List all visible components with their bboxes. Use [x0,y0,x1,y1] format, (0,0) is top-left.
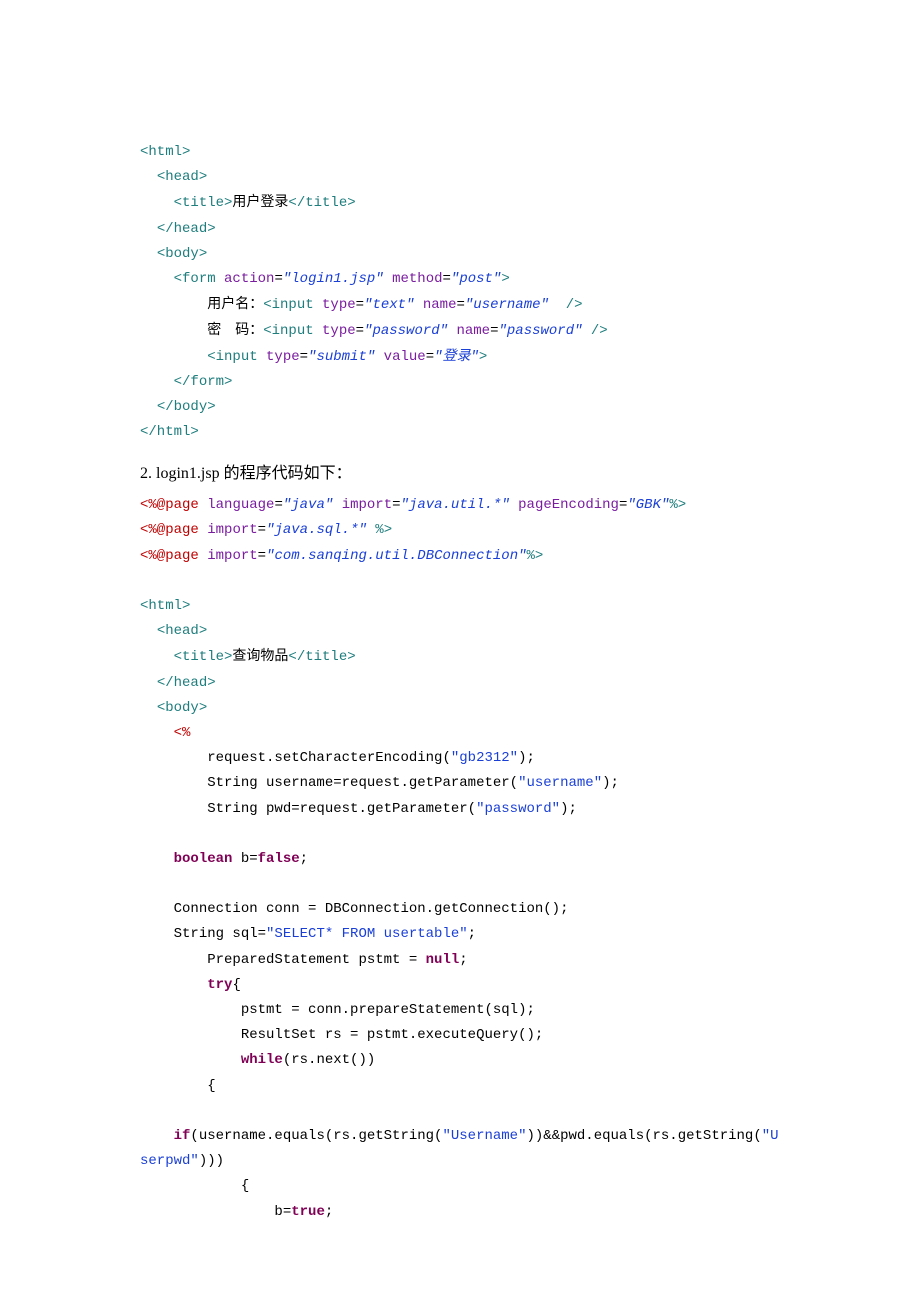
section-heading: 2. login1.jsp 的程序代码如下： [140,459,780,483]
code-block-1: <html> <head> <title>用户登录</title> </head… [140,140,780,445]
code-line: <html> [140,144,190,160]
code-block-2: <%@page language="java" import="java.uti… [140,493,780,1224]
